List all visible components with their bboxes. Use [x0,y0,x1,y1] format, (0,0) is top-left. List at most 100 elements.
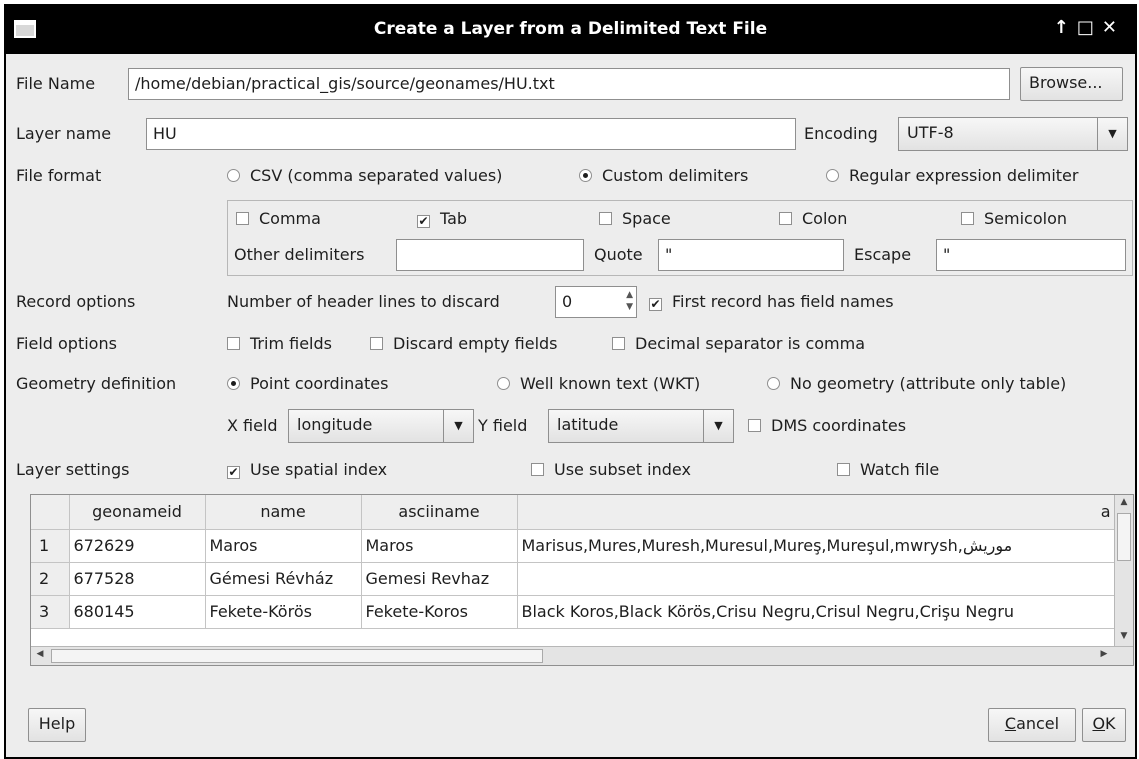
radio-icon [227,169,240,182]
scroll-thumb[interactable] [51,649,543,663]
field-options-label: Field options [16,334,117,353]
table-row[interactable]: 3 680145 Fekete-Körös Fekete-Koros Black… [31,595,1118,629]
format-custom-radio[interactable]: Custom delimiters [579,166,748,185]
row-number: 2 [31,562,70,596]
delimiter-semicolon-checkbox[interactable]: Semicolon [961,209,1067,228]
table-cell: Maros [205,529,362,563]
use-subset-index-checkbox[interactable]: Use subset index [531,460,691,479]
trim-fields-checkbox[interactable]: Trim fields [227,334,332,353]
scroll-up-icon[interactable]: ▲ [1117,497,1131,511]
radio-icon [826,169,839,182]
checkbox-icon [531,463,544,476]
delimiter-space-checkbox[interactable]: Space [599,209,671,228]
quote-input[interactable]: " [658,239,844,271]
table-cell: 672629 [69,529,206,563]
quote-label: Quote [594,245,643,264]
other-delimiters-input[interactable] [396,239,584,271]
geometry-point-radio[interactable]: Point coordinates [227,374,388,393]
checkbox-icon [599,212,612,225]
ok-button[interactable]: OK [1082,708,1126,742]
table-row[interactable]: 2 677528 Gémesi Révház Gemesi Revhaz [31,562,1118,596]
horizontal-scrollbar[interactable]: ◀ ▶ [31,646,1133,665]
keep-above-icon[interactable]: ↑ [1054,17,1077,38]
scroll-down-icon[interactable]: ▼ [1117,631,1131,645]
escape-input[interactable]: " [936,239,1126,271]
scroll-thumb[interactable] [1117,513,1131,561]
format-csv-radio[interactable]: CSV (comma separated values) [227,166,502,185]
radio-selected-icon [579,169,592,182]
chevron-down-icon: ▼ [1097,118,1127,150]
format-regex-radio[interactable]: Regular expression delimiter [826,166,1078,185]
column-header[interactable]: asciiname [361,495,518,530]
layer-name-label: Layer name [16,124,112,143]
table-cell: 680145 [69,595,206,629]
column-header[interactable]: a [517,495,1118,530]
record-options-label: Record options [16,292,136,311]
decimal-comma-checkbox[interactable]: Decimal separator is comma [612,334,865,353]
checkbox-checked-icon: ✔ [417,214,430,228]
y-field-select[interactable]: latitude ▼ [548,409,734,443]
cancel-button[interactable]: Cancel [988,708,1076,742]
column-header[interactable]: name [205,495,362,530]
y-field-label: Y field [478,416,528,435]
table-cell: 677528 [69,562,206,596]
encoding-select[interactable]: UTF-8 ▼ [898,117,1128,151]
chevron-down-icon: ▼ [703,410,733,442]
geometry-none-radio[interactable]: No geometry (attribute only table) [767,374,1066,393]
table-cell: Fekete-Körös [205,595,362,629]
table-header-row: geonameid name asciiname a [31,495,1118,530]
checkbox-icon [837,463,850,476]
other-delimiters-label: Other delimiters [234,245,365,264]
radio-icon [497,377,510,390]
browse-button[interactable]: Browse... [1020,67,1123,101]
checkbox-icon [961,212,974,225]
checkbox-checked-icon: ✔ [649,297,662,311]
watch-file-checkbox[interactable]: Watch file [837,460,939,479]
checkbox-icon [370,337,383,350]
delimiter-tab-checkbox[interactable]: ✔ Tab [417,209,467,228]
file-name-label: File Name [16,74,96,93]
x-field-select[interactable]: longitude ▼ [288,409,474,443]
delimiter-colon-checkbox[interactable]: Colon [779,209,847,228]
discard-empty-fields-checkbox[interactable]: Discard empty fields [370,334,558,353]
help-button[interactable]: Help [28,708,86,742]
maximize-icon[interactable]: □ [1077,17,1102,38]
layer-settings-label: Layer settings [16,460,130,479]
scroll-left-icon[interactable]: ◀ [33,649,47,663]
table-row[interactable]: 1 672629 Maros Maros Marisus,Mures,Mures… [31,529,1118,563]
table-cell: Fekete-Koros [361,595,518,629]
radio-selected-icon [227,377,240,390]
encoding-value: UTF-8 [907,123,954,142]
escape-label: Escape [854,245,912,264]
corner-header [31,495,70,530]
first-record-field-names-checkbox[interactable]: ✔ First record has field names [649,292,894,311]
file-name-input[interactable]: /home/debian/practical_gis/source/geonam… [128,68,1010,100]
chevron-down-icon: ▼ [443,410,473,442]
table-cell: Black Koros,Black Körös,Crisu Negru,Cris… [517,595,1118,629]
column-header[interactable]: geonameid [69,495,206,530]
checkbox-checked-icon: ✔ [227,465,240,479]
dms-coordinates-checkbox[interactable]: DMS coordinates [748,416,906,435]
preview-table[interactable]: geonameid name asciiname a 1 672629 Maro… [30,494,1134,666]
checkbox-icon [227,337,240,350]
header-lines-label: Number of header lines to discard [227,292,500,311]
close-icon[interactable]: ✕ [1102,17,1125,38]
file-format-label: File format [16,166,102,185]
table-cell: Gémesi Révház [205,562,362,596]
use-spatial-index-checkbox[interactable]: ✔ Use spatial index [227,460,387,479]
spin-arrows-icon[interactable]: ▲ ▼ [626,289,633,313]
layer-name-input[interactable]: HU [146,118,796,150]
title-bar[interactable]: Create a Layer from a Delimited Text Fil… [6,6,1135,54]
checkbox-icon [748,419,761,432]
table-cell: Marisus,Mures,Muresh,Muresul,Mureş,Mureş… [517,529,1118,563]
x-field-label: X field [227,416,278,435]
geometry-wkt-radio[interactable]: Well known text (WKT) [497,374,700,393]
vertical-scrollbar[interactable]: ▲ ▼ [1114,495,1133,647]
dialog-window: Create a Layer from a Delimited Text Fil… [4,4,1137,759]
scroll-right-icon[interactable]: ▶ [1097,649,1111,663]
header-lines-spinbox[interactable]: 0 ▲ ▼ [555,286,637,318]
delimiter-comma-checkbox[interactable]: Comma [236,209,321,228]
preview-grid: geonameid name asciiname a 1 672629 Maro… [31,495,1118,629]
table-cell [517,562,1118,596]
checkbox-icon [236,212,249,225]
